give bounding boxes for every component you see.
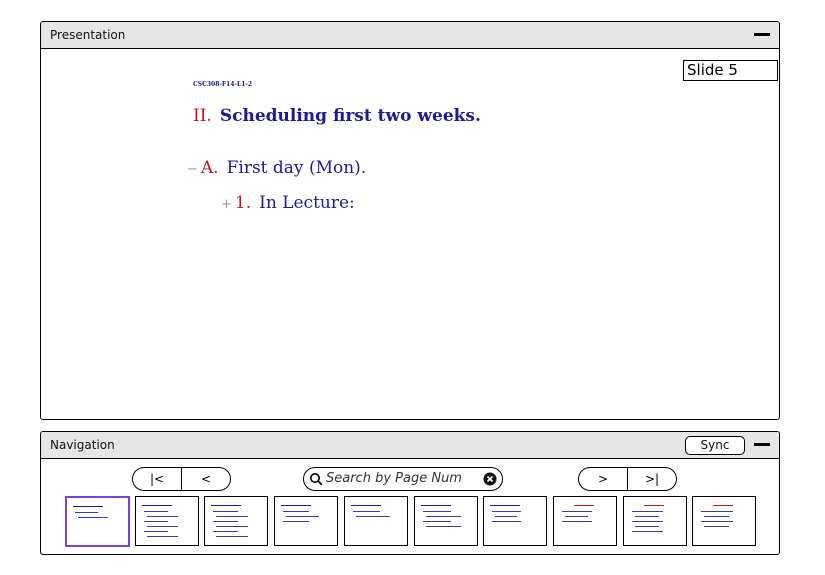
thumbnail-line	[561, 511, 592, 512]
thumbnail-line	[146, 536, 178, 537]
thumbnail-line	[634, 516, 659, 517]
slide-thumbnail[interactable]	[413, 496, 478, 546]
thumbnail-line	[701, 521, 734, 522]
thumbnail-line	[634, 526, 659, 527]
thumbnail-line	[73, 506, 103, 507]
page-search[interactable]	[303, 467, 503, 491]
outline-label-1: 1.	[234, 193, 252, 213]
outline-text-1: In Lecture:	[259, 193, 355, 213]
clear-search-icon[interactable]	[483, 472, 497, 486]
thumbnail-line	[143, 531, 168, 532]
thumbnail-line	[216, 516, 249, 517]
thumbnail-line	[286, 516, 320, 517]
thumbnail-line	[213, 511, 239, 512]
thumbnail-line	[213, 531, 239, 532]
thumbnail-line	[281, 505, 312, 506]
back-nav-group: |< <	[132, 467, 231, 491]
next-page-button[interactable]: >	[579, 468, 627, 490]
thumbnail-line	[355, 516, 390, 517]
thumbnail-line	[75, 512, 98, 513]
heading-text: Scheduling first two weeks.	[219, 106, 481, 126]
slide-thumbnail[interactable]	[552, 496, 617, 546]
minimize-presentation-icon[interactable]	[754, 33, 770, 36]
thumbnail-line	[492, 511, 522, 512]
outline-item-a[interactable]: − A. First day (Mon).	[187, 158, 366, 178]
thumbnail-line	[425, 516, 461, 517]
slide-thumbnail[interactable]	[622, 496, 687, 546]
slide-thumbnail[interactable]	[483, 496, 548, 546]
slide-thumbnail[interactable]	[343, 496, 408, 546]
first-page-button[interactable]: |<	[133, 468, 181, 490]
thumbnail-line	[573, 505, 594, 506]
thumbnail-line	[701, 511, 734, 512]
expand-icon[interactable]: +	[221, 197, 232, 212]
thumbnail-line	[495, 516, 518, 517]
thumbnail-line	[213, 521, 239, 522]
slide-thumbnail[interactable]	[204, 496, 269, 546]
last-page-button[interactable]: >|	[627, 468, 676, 490]
collapse-icon[interactable]: −	[187, 162, 198, 177]
thumbnail-line	[631, 521, 663, 522]
outline-text-a: First day (Mon).	[226, 158, 367, 178]
thumbnail-line	[492, 521, 522, 522]
thumbnail-line	[422, 511, 451, 512]
slide-thumbnail[interactable]	[134, 496, 199, 546]
thumbnail-line	[352, 511, 380, 512]
thumbnail-line	[564, 516, 588, 517]
thumbnail-line	[216, 536, 249, 537]
thumbnail-line	[283, 511, 310, 512]
thumbnail-line	[631, 531, 663, 532]
minimize-navigation-icon[interactable]	[754, 443, 770, 446]
slide-thumbnail[interactable]	[692, 496, 757, 546]
search-icon	[310, 473, 323, 486]
thumbnail-line	[425, 526, 461, 527]
slide-heading: II. Scheduling first two weeks.	[193, 106, 481, 126]
thumbnail-line	[704, 526, 730, 527]
thumbnail-line	[283, 521, 310, 522]
thumbnail-line	[146, 526, 178, 527]
outline-item-1[interactable]: +1. In Lecture:	[221, 193, 355, 213]
course-code: CSC308-F14-L1-2	[193, 81, 253, 88]
thumbnail-line	[141, 505, 172, 506]
thumbnail-line	[643, 505, 664, 506]
thumbnail-line	[631, 511, 663, 512]
thumbnail-line	[420, 505, 451, 506]
thumbnail-line	[422, 521, 451, 522]
thumbnail-line	[143, 521, 168, 522]
thumbnail-line	[704, 516, 730, 517]
heading-number: II.	[193, 106, 212, 126]
search-input[interactable]	[326, 471, 476, 486]
slide-indicator: Slide 5	[683, 60, 778, 81]
slide-thumbnail[interactable]	[274, 496, 339, 546]
forward-nav-group: > >|	[578, 467, 677, 491]
navigation-title: Navigation	[50, 438, 115, 452]
thumbnail-line	[78, 517, 108, 518]
thumbnail-line	[146, 516, 178, 517]
thumbnail-line	[713, 505, 734, 506]
thumbnail-line	[143, 511, 168, 512]
sync-button[interactable]: Sync	[685, 436, 745, 455]
thumbnail-line	[561, 521, 592, 522]
presentation-panel: Presentation Slide 5 CSC308-F14-L1-2 II.…	[40, 21, 780, 420]
navigation-panel: Navigation Sync |< < > >|	[40, 431, 780, 555]
outline-label-a: A.	[200, 158, 219, 178]
presentation-title: Presentation	[50, 28, 126, 42]
thumbnail-line	[350, 505, 381, 506]
navigation-header: Navigation Sync	[41, 432, 779, 459]
presentation-header: Presentation	[41, 22, 779, 49]
thumbnail-line	[216, 526, 249, 527]
prev-page-button[interactable]: <	[181, 468, 230, 490]
thumbnail-line	[211, 505, 242, 506]
thumbnail-line	[490, 505, 521, 506]
slide-thumbnail[interactable]	[65, 496, 130, 547]
